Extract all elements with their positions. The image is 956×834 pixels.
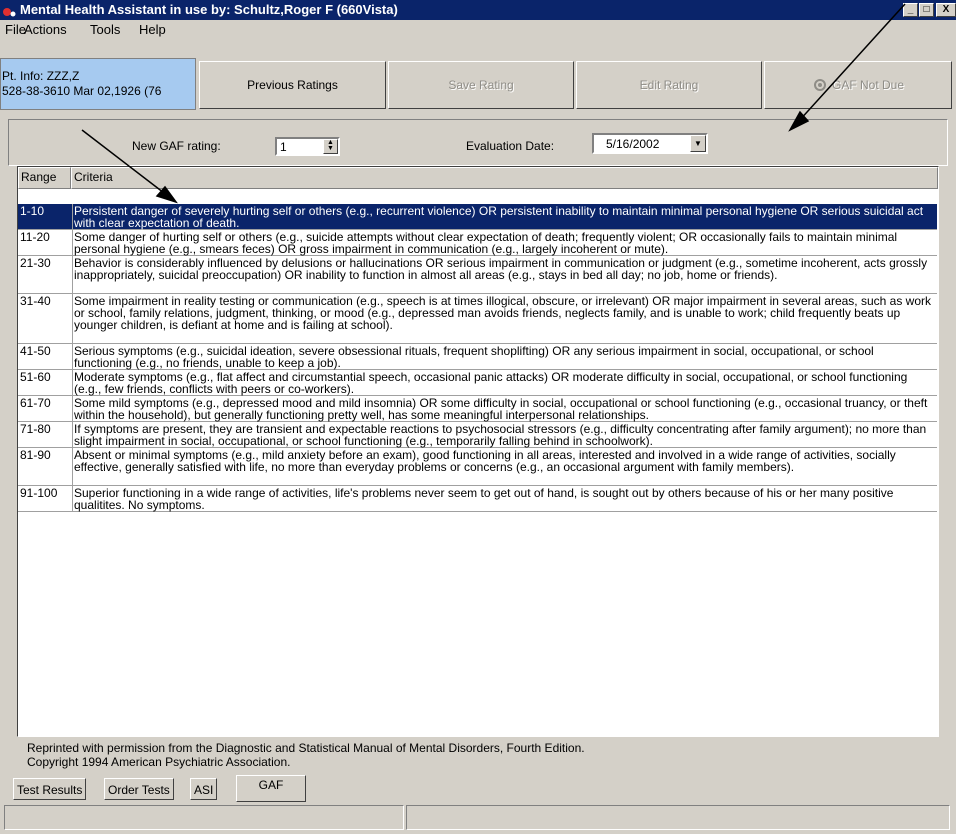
save-rating-label: Save Rating (448, 78, 514, 92)
row-range: 91-100 (20, 486, 58, 500)
table-row[interactable]: 61-70 Some mild symptoms (e.g., depresse… (18, 396, 937, 422)
evaluation-date-value: 5/16/2002 (606, 137, 660, 151)
menu-file[interactable]: File (5, 22, 26, 37)
gaf-rating-spinner[interactable]: 1 ▲ ▼ (275, 137, 340, 156)
gaf-not-due-button[interactable]: GAF Not Due (764, 61, 952, 109)
window-title: Mental Health Assistant in use by: Schul… (20, 2, 398, 17)
row-range: 61-70 (20, 396, 51, 410)
row-criteria: Absent or minimal symptoms (e.g., mild a… (74, 448, 896, 474)
row-range: 21-30 (20, 256, 51, 270)
menu-tools[interactable]: Tools (90, 22, 120, 37)
row-criteria: If symptoms are present, they are transi… (74, 422, 927, 448)
evaluation-date-label: Evaluation Date: (466, 139, 555, 153)
row-range: 11-20 (20, 230, 50, 244)
table-row[interactable]: 91-100 Superior functioning in a wide ra… (18, 486, 937, 512)
gaf-criteria-table: Range Criteria 1-10 Persistent danger of… (17, 166, 939, 737)
column-header-criteria[interactable]: Criteria (71, 167, 938, 189)
menu-actions[interactable]: Actions (24, 22, 67, 37)
patient-name: Pt. Info: ZZZ,Z (2, 69, 80, 83)
footer-line-1: Reprinted with permission from the Diagn… (27, 741, 585, 755)
row-criteria: Some danger of hurting self or others (e… (74, 230, 898, 256)
dropdown-arrow-icon[interactable]: ▼ (690, 135, 706, 152)
save-rating-button[interactable]: Save Rating (388, 61, 574, 109)
edit-rating-button[interactable]: Edit Rating (576, 61, 762, 109)
spinner-arrows-icon[interactable]: ▲ ▼ (323, 139, 338, 154)
menu-help[interactable]: Help (139, 22, 166, 37)
previous-ratings-label: Previous Ratings (247, 78, 338, 92)
app-icon (2, 3, 17, 18)
gaf-rating-value: 1 (280, 140, 287, 154)
tab-order-tests[interactable]: Order Tests (104, 778, 174, 800)
row-criteria: Persistent danger of severely hurting se… (74, 204, 924, 230)
table-row[interactable]: 81-90 Absent or minimal symptoms (e.g., … (18, 448, 937, 486)
previous-ratings-button[interactable]: Previous Ratings (199, 61, 386, 109)
row-criteria: Behavior is considerably influenced by d… (74, 256, 928, 282)
gear-icon (813, 79, 826, 91)
patient-ssn-dob: 528-38-3610 Mar 02,1926 (76 (2, 84, 162, 98)
row-range: 1-10 (20, 204, 45, 218)
table-row[interactable]: 51-60 Moderate symptoms (e.g., flat affe… (18, 370, 937, 396)
row-range: 41-50 (20, 344, 51, 358)
table-row[interactable]: 31-40 Some impairment in reality testing… (18, 294, 937, 344)
evaluation-date-picker[interactable]: 5/16/2002 ▼ (592, 133, 708, 154)
maximize-icon[interactable]: □ (919, 3, 934, 17)
row-range: 51-60 (20, 370, 51, 384)
row-range: 81-90 (20, 448, 51, 462)
application-window: Mental Health Assistant in use by: Schul… (0, 0, 956, 834)
table-row[interactable]: 71-80 If symptoms are present, they are … (18, 422, 937, 448)
row-criteria: Serious symptoms (e.g., suicidal ideatio… (74, 344, 874, 370)
footer-line-2: Copyright 1994 American Psychiatric Asso… (27, 755, 291, 769)
row-range: 31-40 (20, 294, 51, 308)
new-gaf-label: New GAF rating: (132, 139, 221, 153)
row-criteria: Moderate symptoms (e.g., flat affect and… (74, 370, 908, 396)
minimize-icon[interactable]: _ (903, 3, 918, 17)
row-range: 71-80 (20, 422, 51, 436)
tab-asi[interactable]: ASI (190, 778, 218, 800)
column-header-range[interactable]: Range (18, 167, 71, 189)
menu-bar: File Actions Tools Help (0, 20, 956, 39)
table-row[interactable]: 21-30 Behavior is considerably influence… (18, 256, 937, 294)
table-row[interactable]: 41-50 Serious symptoms (e.g., suicidal i… (18, 344, 937, 370)
patient-info-button[interactable]: Pt. Info: ZZZ,Z 528-38-3610 Mar 02,1926 … (0, 58, 196, 110)
row-criteria: Some impairment in reality testing or co… (74, 294, 931, 332)
table-row[interactable]: 1-10 Persistent danger of severely hurti… (18, 204, 937, 230)
close-icon[interactable]: X (936, 3, 956, 17)
gaf-not-due-label: GAF Not Due (831, 78, 905, 92)
status-panel-right (406, 805, 950, 830)
edit-rating-label: Edit Rating (639, 78, 699, 92)
row-criteria: Some mild symptoms (e.g., depressed mood… (74, 396, 928, 422)
row-criteria: Superior functioning in a wide range of … (74, 486, 894, 512)
title-bar: Mental Health Assistant in use by: Schul… (0, 0, 956, 20)
copyright-footer: Reprinted with permission from the Diagn… (17, 737, 939, 773)
tab-test-results[interactable]: Test Results (13, 778, 87, 800)
table-row[interactable]: 11-20 Some danger of hurting self or oth… (18, 230, 937, 256)
status-panel-left (4, 805, 404, 830)
tab-gaf[interactable]: GAF (236, 775, 306, 802)
table-header: Range Criteria (18, 167, 938, 189)
